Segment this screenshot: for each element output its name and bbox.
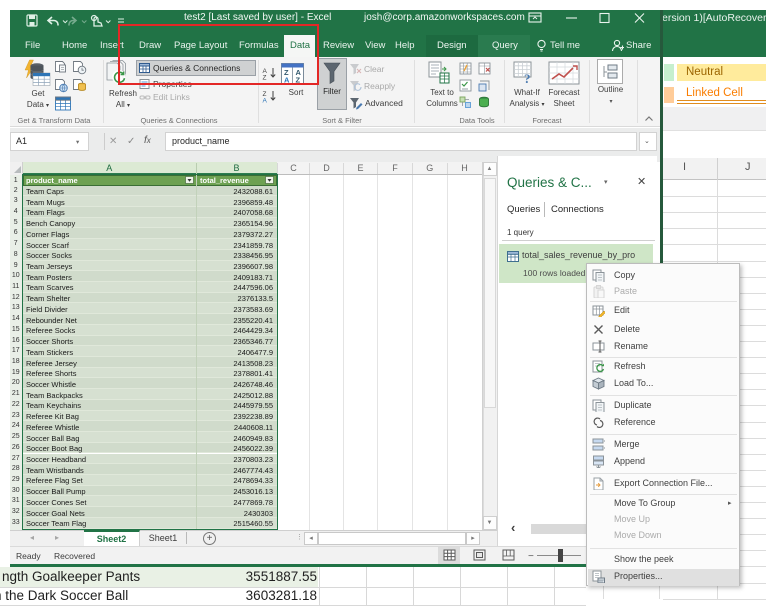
svg-text:A: A	[263, 98, 268, 105]
svg-text:?: ?	[524, 71, 531, 85]
